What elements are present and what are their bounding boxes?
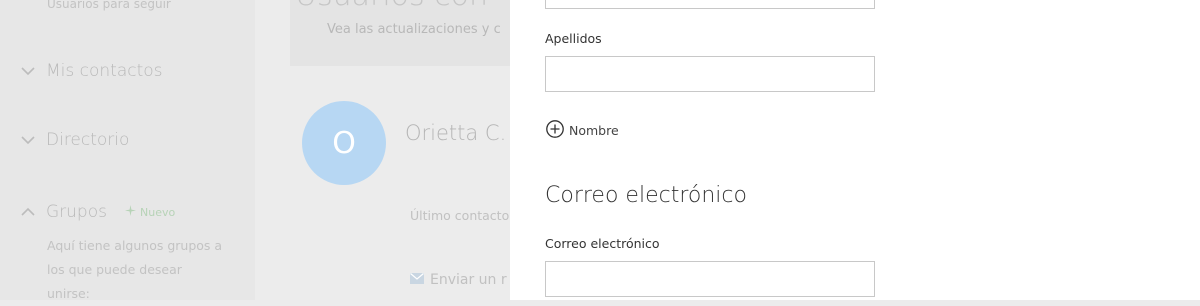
mail-icon xyxy=(410,272,424,288)
following-users-link[interactable]: Usuarios para seguir xyxy=(47,0,171,11)
first-name-field[interactable] xyxy=(545,0,875,9)
last-name-field[interactable] xyxy=(545,56,875,92)
send-message-label: Enviar un r xyxy=(430,272,507,288)
badge-label: Nuevo xyxy=(140,205,176,219)
sidebar-item-label: Grupos xyxy=(46,202,107,222)
contact-form-panel: Apellidos Nombre Correo electrónico Corr… xyxy=(510,0,1200,300)
page-title: Usuarios con xyxy=(295,0,488,13)
chevron-down-icon xyxy=(18,130,38,150)
main-content: Usuarios con Vea las actualizaciones y c… xyxy=(255,0,520,300)
sidebar: Usuarios para seguir Mis contactos Direc… xyxy=(0,0,255,301)
groups-description: Aquí tiene algunos grupos a los que pued… xyxy=(47,238,223,301)
plus-circle-icon xyxy=(545,119,565,142)
email-section-title: Correo electrónico xyxy=(545,183,747,208)
email-field[interactable] xyxy=(545,261,875,297)
chevron-up-icon xyxy=(18,202,38,222)
sidebar-item-directory[interactable]: Directorio xyxy=(18,130,129,150)
send-message-link[interactable]: Enviar un r xyxy=(410,272,507,288)
sidebar-item-groups[interactable]: Grupos Nuevo xyxy=(18,202,175,222)
last-contact-label: Último contacto xyxy=(410,208,510,223)
email-label: Correo electrónico xyxy=(545,236,660,251)
last-name-label: Apellidos xyxy=(545,31,602,46)
sparkle-icon xyxy=(125,205,136,219)
sidebar-item-label: Directorio xyxy=(46,130,130,150)
sidebar-item-my-contacts[interactable]: Mis contactos xyxy=(18,61,163,81)
page-subtitle: Vea las actualizaciones y c xyxy=(327,22,501,37)
add-name-button[interactable]: Nombre xyxy=(545,119,619,142)
chevron-down-icon xyxy=(18,61,38,81)
add-name-label: Nombre xyxy=(569,123,619,138)
avatar-initial: O xyxy=(332,125,356,161)
avatar[interactable]: O xyxy=(302,101,386,185)
sidebar-item-label: Mis contactos xyxy=(46,61,163,81)
contact-name[interactable]: Orietta C. xyxy=(405,121,506,145)
new-badge: Nuevo xyxy=(125,205,175,219)
